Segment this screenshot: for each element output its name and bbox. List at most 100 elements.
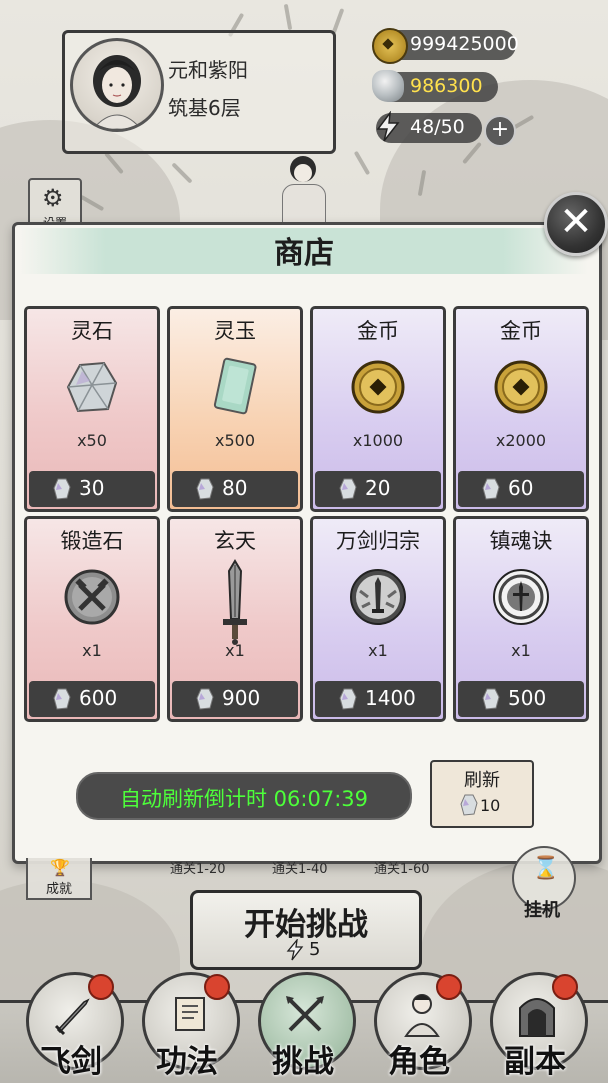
shop-item-card[interactable]: 灵石 x50 30 [24,306,160,512]
item-price: 60 [508,476,534,500]
notification-dot [552,974,578,1000]
spirit-stone-icon [460,794,478,816]
item-price: 600 [79,686,118,710]
item-name: 灵石 [71,319,113,343]
shop-item-card[interactable]: 金币 x2000 60 [453,306,589,512]
lightning-icon [285,937,305,961]
shop-item-card[interactable]: 万剑归宗 x1 1400 [310,516,446,722]
item-price: 1400 [365,686,416,710]
spirit-stone-icon [372,70,404,102]
gold-coin-icon [348,357,408,417]
item-quantity: x50 [77,431,107,450]
challenge-cost: 5 [309,939,321,960]
item-name: 镇魂诀 [489,529,553,553]
item-price: 80 [222,476,248,500]
item-price: 20 [365,476,391,500]
item-quantity: x1 [82,641,102,660]
spirit-stone-icon [339,478,357,500]
price-bar[interactable]: 1400 [315,681,441,717]
price-bar[interactable]: 60 [458,471,584,507]
idle-label: 挂机 [524,900,560,921]
close-button[interactable]: ✕ [544,192,608,256]
start-challenge-button[interactable]: 开始挑战 5 [190,890,422,970]
stamina-value: 48/50 [410,116,465,138]
spirit-stone-icon [482,688,500,710]
notification-dot [436,974,462,1000]
item-quantity: x1000 [352,431,404,450]
refresh-button[interactable]: 刷新 10 [430,760,534,828]
price-bar[interactable]: 600 [29,681,155,717]
shop-item-card[interactable]: 锻造石 x1 600 [24,516,160,722]
item-quantity: x1 [511,641,531,660]
flying-sword-icon [50,994,94,1042]
stage-label: 通关1-60 [374,862,430,877]
price-bar[interactable]: 80 [172,471,298,507]
item-name: 万剑归宗 [336,529,420,553]
shop-item-card[interactable]: 镇魂诀 x1 500 [453,516,589,722]
shop-item-card[interactable]: 灵玉 x500 80 [167,306,303,512]
stage-label: 通关1-20 [170,862,226,877]
notification-dot [204,974,230,1000]
nav-label: 功法 [156,1044,218,1080]
character-icon [400,990,444,1042]
price-bar[interactable]: 20 [315,471,441,507]
gold-coin-icon [372,28,408,64]
item-name: 金币 [500,319,542,343]
shop-title: 商店 [274,236,334,271]
refresh-label: 刷新 [464,770,500,791]
achievements-button[interactable]: 🏆 成就 [26,858,92,900]
timer-text: 自动刷新倒计时 06:07:39 [120,787,368,811]
scroll-icon [168,992,212,1040]
nav-label: 飞剑 [40,1044,102,1080]
nav-label: 角色 [388,1044,450,1080]
nav-label: 挑战 [272,1044,334,1080]
spirit-stone-icon [53,688,71,710]
spirit-stone-icon [482,478,500,500]
nav-dungeon[interactable]: 副本 [486,972,588,1080]
nav-challenge[interactable]: 挑战 [254,972,356,1080]
notification-dot [88,974,114,1000]
lightning-icon [372,110,404,143]
player-rank: 筑基6层 [168,96,241,120]
item-quantity: x1 [225,641,245,660]
spirit-stone-icon [339,688,357,710]
nav-character[interactable]: 角色 [370,972,472,1080]
forge-stone-icon [62,567,122,627]
item-name: 锻造石 [60,529,124,553]
coin-value: 999425000 [410,33,519,55]
sword-skill-icon [348,567,408,627]
shop-item-card[interactable]: 玄天 x1 900 [167,516,303,722]
nav-label: 副本 [504,1044,566,1080]
refresh-timer: 自动刷新倒计时 06:07:39 [76,772,412,820]
spirit-stone-counter: 986300 [372,70,498,102]
add-stamina-button[interactable]: + [484,115,516,147]
coin-counter: 999425000 [372,28,519,64]
gear-icon: ⚙ [42,184,64,212]
item-price: 500 [508,686,547,710]
item-name: 玄天 [214,529,256,553]
price-bar[interactable]: 30 [29,471,155,507]
spirit-jade-icon [205,357,265,417]
item-quantity: x1 [368,641,388,660]
achievements-label: 成就 [45,882,72,897]
player-name: 元和紫阳 [168,58,248,82]
sword-icon [205,557,265,647]
refresh-cost: 10 [480,796,501,815]
spirit-stone-icon [62,357,122,417]
player-character [272,150,332,232]
price-bar[interactable]: 900 [172,681,298,717]
item-price: 900 [222,686,261,710]
spirit-stone-icon [53,478,71,500]
item-quantity: x500 [214,431,255,450]
price-bar[interactable]: 500 [458,681,584,717]
nav-techniques[interactable]: 功法 [138,972,240,1080]
avatar[interactable] [70,38,164,132]
shop-item-card[interactable]: 金币 x1000 20 [310,306,446,512]
crossed-swords-icon [282,992,328,1042]
dungeon-gate-icon [514,990,560,1042]
hourglass-icon: ⌛ [532,856,560,881]
gold-coin-icon [491,357,551,417]
spirit-stone-icon [196,478,214,500]
plus-icon: + [490,117,510,142]
nav-flying-sword[interactable]: 飞剑 [22,972,124,1080]
